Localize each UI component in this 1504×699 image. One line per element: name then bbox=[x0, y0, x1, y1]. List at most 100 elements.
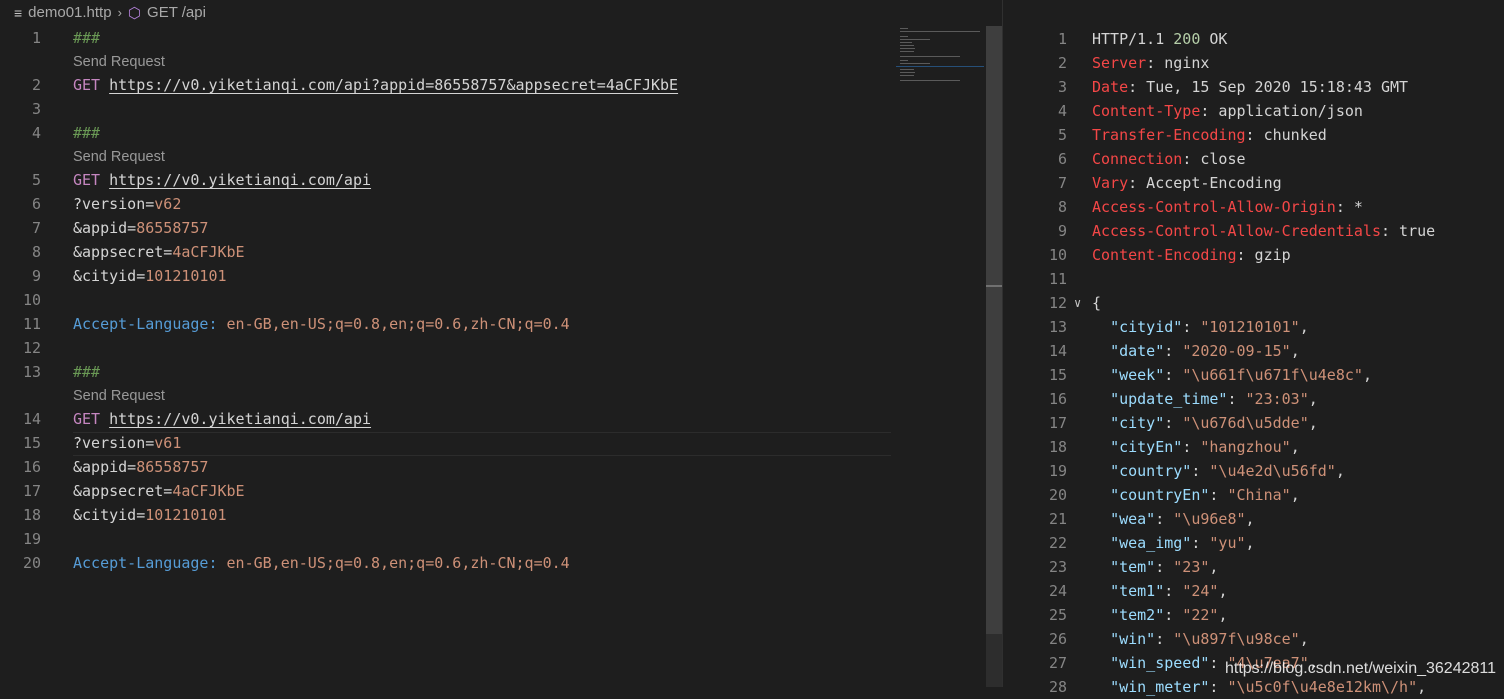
response-line[interactable]: 5 Transfer-Encoding: chunked bbox=[1003, 123, 1503, 147]
request-url-link[interactable]: https://v0.yiketianqi.com/api bbox=[109, 410, 371, 428]
line-content[interactable]: ?version=v62 bbox=[73, 192, 181, 216]
code-line[interactable]: 6 ?version=v62 bbox=[0, 192, 890, 216]
code-line[interactable]: 5 GET https://v0.yiketianqi.com/api bbox=[0, 168, 890, 192]
code-line[interactable]: 1 ### bbox=[0, 26, 890, 50]
line-content[interactable]: Vary: Accept-Encoding bbox=[1092, 171, 1282, 195]
code-line[interactable]: 20 Accept-Language: en-GB,en-US;q=0.8,en;… bbox=[0, 551, 890, 575]
response-line[interactable]: 9 Access-Control-Allow-Credentials: true bbox=[1003, 219, 1503, 243]
response-line[interactable]: 28 "win_meter": "\u5c0f\u4e8e12km\/h", bbox=[1003, 675, 1503, 699]
line-content[interactable]: ### bbox=[73, 121, 100, 145]
line-content[interactable]: Content-Type: application/json bbox=[1092, 99, 1363, 123]
line-content[interactable]: HTTP/1.1 200 OK bbox=[1092, 27, 1227, 51]
line-content[interactable]: &cityid=101210101 bbox=[73, 503, 227, 527]
line-content[interactable]: "update_time": "23:03", bbox=[1092, 387, 1318, 411]
code-line[interactable]: 17 &appsecret=4aCFJKbE bbox=[0, 479, 890, 503]
line-content[interactable]: "week": "\u661f\u671f\u4e8c", bbox=[1092, 363, 1372, 387]
line-content[interactable]: GET https://v0.yiketianqi.com/api bbox=[73, 407, 371, 431]
line-content[interactable]: ### bbox=[73, 26, 100, 50]
code-line[interactable]: 2 GET https://v0.yiketianqi.com/api?appid… bbox=[0, 73, 890, 97]
line-content[interactable]: ?version=v61 bbox=[73, 431, 181, 455]
line-content[interactable]: "country": "\u4e2d\u56fd", bbox=[1092, 459, 1345, 483]
response-line[interactable]: 1 HTTP/1.1 200 OK bbox=[1003, 27, 1503, 51]
code-line[interactable]: 8 &appsecret=4aCFJKbE bbox=[0, 240, 890, 264]
response-line[interactable]: 21 "wea": "\u96e8", bbox=[1003, 507, 1503, 531]
response-line[interactable]: 22 "wea_img": "yu", bbox=[1003, 531, 1503, 555]
breadcrumb-file[interactable]: demo01.http bbox=[28, 4, 111, 21]
line-content[interactable]: &appid=86558757 bbox=[73, 216, 208, 240]
code-line[interactable]: 4 ### bbox=[0, 121, 890, 145]
line-content[interactable]: "tem": "23", bbox=[1092, 555, 1218, 579]
response-viewer[interactable]: 1 HTTP/1.1 200 OK 2 Server: nginx 3 Date: Tue… bbox=[1003, 0, 1504, 696]
code-line[interactable]: 13 ### bbox=[0, 360, 890, 384]
line-content[interactable]: "win": "\u897f\u98ce", bbox=[1092, 627, 1309, 651]
request-editor[interactable]: Send Request 1 ### 2 GET https://v0.yiketian… bbox=[0, 26, 1002, 687]
code-line[interactable]: 14 GET https://v0.yiketianqi.com/api bbox=[0, 407, 890, 431]
code-line[interactable]: 9 &cityid=101210101 bbox=[0, 264, 890, 288]
response-line[interactable]: 26 "win": "\u897f\u98ce", bbox=[1003, 627, 1503, 651]
response-line[interactable]: 6 Connection: close bbox=[1003, 147, 1503, 171]
line-content[interactable]: Content-Encoding: gzip bbox=[1092, 243, 1291, 267]
line-content[interactable]: { bbox=[1092, 291, 1101, 315]
line-content[interactable]: "cityEn": "hangzhou", bbox=[1092, 435, 1300, 459]
code-line[interactable]: 7 &appid=86558757 bbox=[0, 216, 890, 240]
chevron-down-icon[interactable]: ∨ bbox=[1074, 291, 1081, 315]
response-line[interactable]: 2 Server: nginx bbox=[1003, 51, 1503, 75]
line-content[interactable]: "countryEn": "China", bbox=[1092, 483, 1300, 507]
line-content[interactable]: Accept-Language: en-GB,en-US;q=0.8,en;q=… bbox=[73, 312, 570, 336]
code-line[interactable]: 12 bbox=[0, 336, 890, 360]
response-line[interactable]: 4 Content-Type: application/json bbox=[1003, 99, 1503, 123]
response-line[interactable]: 19 "country": "\u4e2d\u56fd", bbox=[1003, 459, 1503, 483]
line-content[interactable]: "tem1": "24", bbox=[1092, 579, 1227, 603]
code-line[interactable]: 3 bbox=[0, 97, 890, 121]
response-line[interactable]: 15 "week": "\u661f\u671f\u4e8c", bbox=[1003, 363, 1503, 387]
response-line[interactable]: 17 "city": "\u676d\u5dde", bbox=[1003, 411, 1503, 435]
request-url-link[interactable]: https://v0.yiketianqi.com/api bbox=[109, 171, 371, 189]
code-line[interactable]: 19 bbox=[0, 527, 890, 551]
response-line[interactable]: 14 "date": "2020-09-15", bbox=[1003, 339, 1503, 363]
code-line[interactable]: 11 Accept-Language: en-GB,en-US;q=0.8,en;… bbox=[0, 312, 890, 336]
line-content[interactable]: &appsecret=4aCFJKbE bbox=[73, 240, 245, 264]
line-content[interactable]: "city": "\u676d\u5dde", bbox=[1092, 411, 1318, 435]
line-content[interactable]: "wea": "\u96e8", bbox=[1092, 507, 1255, 531]
line-content[interactable]: ### bbox=[73, 360, 100, 384]
line-content[interactable]: &cityid=101210101 bbox=[73, 264, 227, 288]
line-content[interactable]: Access-Control-Allow-Credentials: true bbox=[1092, 219, 1435, 243]
line-content[interactable]: GET https://v0.yiketianqi.com/api?appid=… bbox=[73, 73, 678, 97]
request-url-link[interactable]: https://v0.yiketianqi.com/api?appid=8655… bbox=[109, 76, 678, 94]
code-line[interactable]: 16 &appid=86558757 bbox=[0, 455, 890, 479]
line-content[interactable]: Server: nginx bbox=[1092, 51, 1209, 75]
line-content[interactable]: Date: Tue, 15 Sep 2020 15:18:43 GMT bbox=[1092, 75, 1408, 99]
response-line[interactable]: 11 bbox=[1003, 267, 1503, 291]
line-content[interactable]: Access-Control-Allow-Origin: * bbox=[1092, 195, 1363, 219]
line-content[interactable]: "cityid": "101210101", bbox=[1092, 315, 1309, 339]
code-line[interactable]: 15 ?version=v61 bbox=[0, 431, 890, 455]
response-line[interactable]: 7 Vary: Accept-Encoding bbox=[1003, 171, 1503, 195]
line-content[interactable]: "date": "2020-09-15", bbox=[1092, 339, 1300, 363]
line-content[interactable]: "tem2": "22", bbox=[1092, 603, 1227, 627]
line-content[interactable]: GET https://v0.yiketianqi.com/api bbox=[73, 168, 371, 192]
breadcrumb-symbol[interactable]: GET /api bbox=[147, 4, 206, 21]
line-content[interactable]: &appid=86558757 bbox=[73, 455, 208, 479]
response-line[interactable]: 18 "cityEn": "hangzhou", bbox=[1003, 435, 1503, 459]
response-line[interactable]: 13 "cityid": "101210101", bbox=[1003, 315, 1503, 339]
response-line[interactable]: 16 "update_time": "23:03", bbox=[1003, 387, 1503, 411]
response-line[interactable]: 12 ∨ { bbox=[1003, 291, 1503, 315]
response-line[interactable]: 25 "tem2": "22", bbox=[1003, 603, 1503, 627]
line-content[interactable]: "win_meter": "\u5c0f\u4e8e12km\/h", bbox=[1092, 675, 1426, 699]
send-request-codelens[interactable]: Send Request bbox=[73, 148, 165, 166]
line-content[interactable]: Transfer-Encoding: chunked bbox=[1092, 123, 1327, 147]
response-line[interactable]: 10 Content-Encoding: gzip bbox=[1003, 243, 1503, 267]
send-request-codelens[interactable]: Send Request bbox=[73, 387, 165, 405]
breadcrumb[interactable]: ≡ demo01.http › ⬡ GET /api bbox=[0, 0, 1000, 25]
line-content[interactable]: "wea_img": "yu", bbox=[1092, 531, 1255, 555]
response-line[interactable]: 8 Access-Control-Allow-Origin: * bbox=[1003, 195, 1503, 219]
line-content[interactable]: &appsecret=4aCFJKbE bbox=[73, 479, 245, 503]
response-line[interactable]: 23 "tem": "23", bbox=[1003, 555, 1503, 579]
send-request-codelens[interactable]: Send Request bbox=[73, 53, 165, 71]
response-line[interactable]: 20 "countryEn": "China", bbox=[1003, 483, 1503, 507]
minimap[interactable] bbox=[896, 26, 984, 86]
line-content[interactable]: Connection: close bbox=[1092, 147, 1246, 171]
line-content[interactable]: Accept-Language: en-GB,en-US;q=0.8,en;q=… bbox=[73, 551, 570, 575]
code-line[interactable]: 18 &cityid=101210101 bbox=[0, 503, 890, 527]
code-line[interactable]: 10 bbox=[0, 288, 890, 312]
